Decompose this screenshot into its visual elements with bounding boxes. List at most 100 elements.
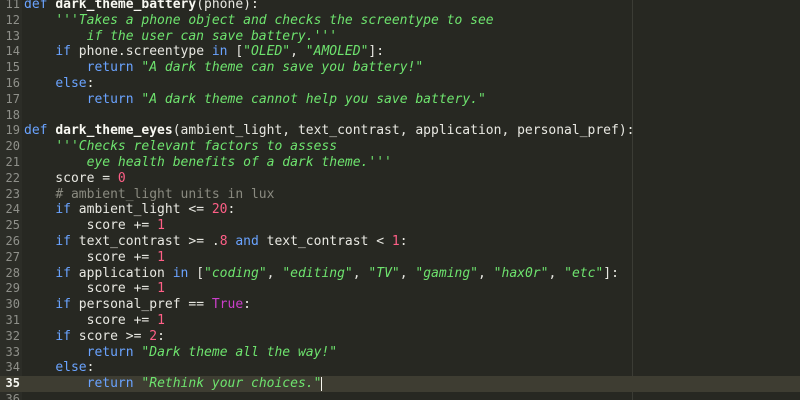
code-text[interactable]: score = 0 (24, 171, 125, 187)
code-text[interactable]: else: (24, 360, 94, 376)
code-token: "Dark theme all the way!" (141, 344, 338, 360)
code-line[interactable]: 30 if personal_pref == True: (0, 297, 800, 313)
code-line[interactable]: 19 def dark_theme_eyes(ambient_light, tex… (0, 123, 800, 139)
code-line[interactable]: 15 return "A dark theme can save you bat… (0, 60, 800, 76)
code-token: score += (24, 312, 158, 328)
line-number: 24 (5, 202, 20, 217)
line-number: 31 (5, 312, 20, 327)
code-text[interactable]: score += 1 (24, 313, 165, 329)
line-number: 26 (5, 233, 20, 248)
code-token: , (478, 265, 494, 281)
code-line[interactable]: 11 def dark_theme_battery(phone): (0, 0, 800, 13)
code-editor[interactable]: 11 def dark_theme_battery(phone): 12 '''Ta… (0, 0, 800, 400)
code-text[interactable]: if ambient_light <= 20: (24, 202, 235, 218)
code-line[interactable]: 34 else: (0, 360, 800, 376)
code-text[interactable]: return "Dark theme all the way!" (24, 345, 337, 361)
code-text[interactable]: '''Checks relevant factors to assess (24, 139, 337, 155)
code-line[interactable]: 35 return "Rethink your choices." (0, 376, 800, 392)
code-text[interactable]: if the user can save battery.''' (24, 29, 337, 45)
code-text[interactable]: if text_contrast >= .8 and text_contrast… (24, 233, 407, 250)
code-lines[interactable]: 11 def dark_theme_battery(phone): 12 '''Ta… (0, 0, 800, 400)
code-token: : (86, 360, 95, 376)
code-text[interactable]: '''Takes a phone object and checks the s… (24, 13, 493, 29)
code-line[interactable]: 29 score += 1 (0, 281, 800, 297)
code-token: , (290, 44, 306, 60)
code-text[interactable]: def dark_theme_battery(phone): (24, 0, 259, 13)
line-number: 25 (5, 218, 20, 233)
code-token: # ambient_light units in lux (55, 186, 275, 202)
code-line[interactable]: 17 return "A dark theme cannot help you … (0, 92, 800, 108)
text-cursor (321, 376, 323, 391)
code-text[interactable]: def dark_theme_eyes(ambient_light, text_… (24, 123, 635, 139)
line-number: 14 (5, 44, 20, 59)
code-token: score += (24, 249, 158, 265)
code-text[interactable]: return "A dark theme cannot help you sav… (24, 92, 486, 108)
code-line[interactable]: 26 if text_contrast >= .8 and text_contr… (0, 234, 800, 250)
code-line[interactable]: 12 '''Takes a phone object and checks th… (0, 13, 800, 29)
code-line[interactable]: 20 '''Checks relevant factors to assess (0, 139, 800, 155)
code-token: "A dark theme cannot help you save batte… (141, 91, 486, 107)
code-token: "editing" (282, 265, 353, 281)
code-token: if (55, 202, 71, 218)
code-line[interactable]: 24 if ambient_light <= 20: (0, 202, 800, 218)
code-token: if (55, 233, 71, 249)
code-line[interactable]: 28 if application in ["coding", "editing… (0, 266, 800, 282)
code-token: else (55, 360, 87, 376)
code-text[interactable]: else: (24, 76, 94, 92)
code-text[interactable]: score += 1 (24, 281, 165, 297)
code-line[interactable]: 14 if phone.screentype in ["OLED", "AMOL… (0, 44, 800, 60)
code-text[interactable]: if phone.screentype in ["OLED", "AMOLED"… (24, 44, 384, 60)
code-token: and (235, 233, 259, 249)
code-line[interactable]: 32 if score >= 2: (0, 329, 800, 345)
code-text[interactable]: eye health benefits of a dark theme.''' (24, 155, 392, 171)
code-line[interactable]: 18 (0, 108, 800, 124)
code-text[interactable]: # ambient_light units in lux (24, 187, 274, 203)
code-token: application (70, 265, 173, 281)
code-text[interactable]: score += 1 (24, 250, 165, 266)
code-line[interactable]: 21 eye health benefits of a dark theme.'… (0, 155, 800, 171)
code-token: "etc" (564, 265, 604, 281)
code-text[interactable]: return "A dark theme can save you batter… (24, 60, 424, 76)
code-token: return (86, 344, 134, 360)
code-token: def (24, 123, 48, 139)
code-line[interactable]: 27 score += 1 (0, 250, 800, 266)
code-token: "TV" (368, 265, 400, 281)
code-line[interactable]: 36 (0, 392, 800, 400)
code-token: 8 (219, 233, 228, 249)
code-token: : (243, 297, 251, 313)
code-token: text_contrast < (258, 233, 392, 249)
code-token: [ (227, 44, 244, 60)
code-token: "hax0r" (493, 265, 549, 281)
line-number: 13 (5, 28, 20, 43)
code-line[interactable]: 23 # ambient_light units in lux (0, 187, 800, 203)
code-line[interactable]: 22 score = 0 (0, 171, 800, 187)
code-text[interactable]: if application in ["coding", "editing", … (24, 266, 619, 282)
line-number: 18 (5, 107, 20, 122)
code-token: score >= (70, 328, 150, 344)
code-line[interactable]: 33 return "Dark theme all the way!" (0, 345, 800, 361)
code-token: "A dark theme can save you battery!" (141, 60, 424, 76)
code-text[interactable]: score += 1 (24, 218, 165, 234)
line-number: 15 (5, 60, 20, 75)
code-token: : (86, 75, 95, 91)
code-line[interactable]: 25 score += 1 (0, 218, 800, 234)
code-token: if (55, 297, 71, 313)
code-token: '''Checks relevant factors to assess (55, 139, 338, 155)
code-text[interactable]: if score >= 2: (24, 329, 165, 345)
code-text[interactable]: if personal_pref == True: (24, 297, 251, 313)
code-line[interactable]: 13 if the user can save battery.''' (0, 29, 800, 45)
code-token: dark_theme_eyes (55, 123, 173, 139)
code-token: else (55, 75, 87, 91)
code-token: 2 (149, 328, 158, 344)
code-line[interactable]: 16 else: (0, 76, 800, 92)
code-text[interactable]: return "Rethink your choices." (24, 376, 323, 392)
code-line[interactable]: 31 score += 1 (0, 313, 800, 329)
